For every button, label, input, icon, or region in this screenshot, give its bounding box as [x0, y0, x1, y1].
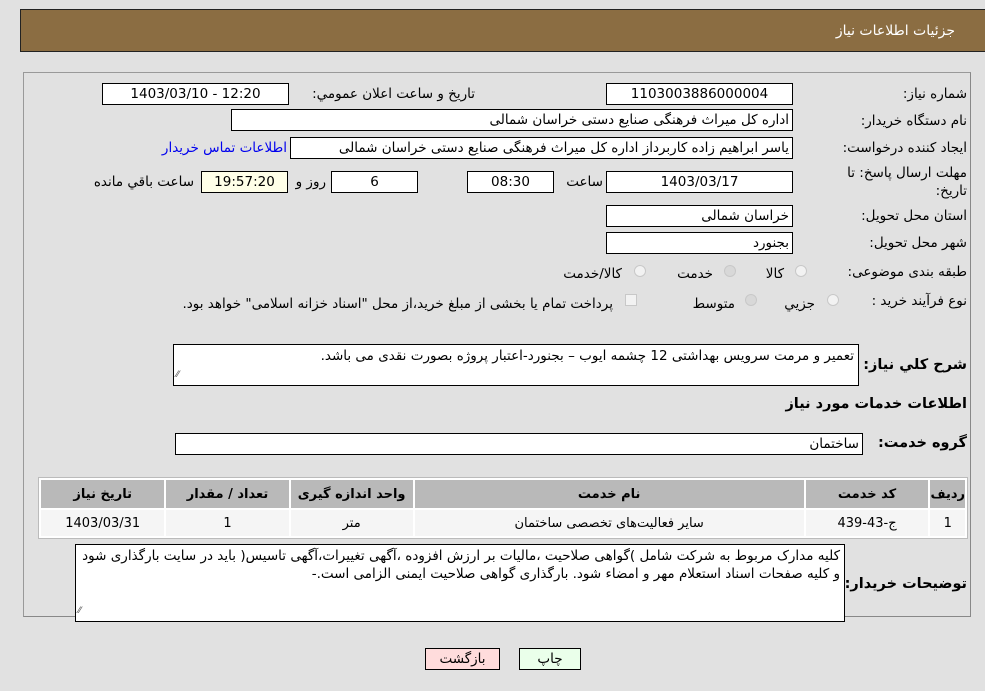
category-option-goods-service: کالا/خدمت [563, 266, 622, 282]
services-table-wrap: رديف کد خدمت نام خدمت واحد اندازه گيری ت… [38, 477, 970, 539]
announce-datetime-label: تاریخ و ساعت اعلان عمومي: [312, 86, 475, 102]
category-option-goods: کالا [765, 266, 784, 282]
col-service-name: نام خدمت [414, 480, 804, 508]
summary-text: تعمیر و مرمت سرویس بهداشتی 12 چشمه ایوب … [320, 348, 854, 364]
category-radio-goods-service[interactable] [634, 265, 646, 277]
requester-field: یاسر ابراهیم زاده کاربرداز اداره کل میرا… [290, 137, 793, 159]
col-row-number: رديف [930, 480, 965, 508]
category-radio-goods[interactable] [795, 265, 807, 277]
cell-quantity: 1 [166, 510, 289, 536]
back-button[interactable]: بازگشت [425, 648, 500, 670]
remaining-time-label: ساعت باقي مانده [93, 174, 194, 190]
deadline-label: مهلت ارسال پاسخ: تا تاریخ: [847, 165, 967, 199]
city-field: بجنورد [606, 232, 793, 254]
requester-label: ایجاد کننده درخواست: [842, 140, 967, 156]
buyer-notes-textarea[interactable]: کلیه مدارک مربوط به شرکت شامل )گواهی صلا… [75, 544, 845, 622]
print-button[interactable]: چاپ [519, 648, 581, 670]
province-label: استان محل تحویل: [861, 208, 967, 224]
buyer-notes-label: توضیحات خریدار: [844, 576, 967, 592]
category-radio-service[interactable] [724, 265, 736, 277]
cell-row-number: 1 [930, 510, 965, 536]
purchase-radio-minor[interactable] [827, 294, 839, 306]
category-option-service: خدمت [677, 266, 713, 282]
resize-grip-icon[interactable]: ⁄⁄ [78, 602, 81, 620]
purchase-radio-medium[interactable] [745, 294, 757, 306]
category-label: طبقه بندی موضوعی: [847, 264, 967, 280]
buyer-org-label: نام دستگاه خريدار: [860, 113, 967, 129]
city-label: شهر محل تحویل: [869, 235, 967, 251]
province-field: خراسان شمالی [606, 205, 793, 227]
service-group-label: گروه خدمت: [877, 435, 967, 451]
table-row: 1 ج-43-439 سایر فعالیت‌های تخصصی ساختمان… [41, 510, 965, 536]
buyer-org-field: اداره کل میراث فرهنگی صنایع دستی خراسان … [231, 109, 793, 131]
cell-service-name: سایر فعالیت‌های تخصصی ساختمان [414, 510, 804, 536]
buyer-notes-text: کلیه مدارک مربوط به شرکت شامل )گواهی صلا… [82, 548, 840, 582]
purchase-type-label: نوع فرآیند خرید : [871, 293, 967, 309]
remaining-time-field: 19:57:20 [201, 171, 288, 193]
col-quantity: تعداد / مقدار [166, 480, 289, 508]
deadline-time-label: ساعت [566, 174, 603, 190]
table-header-row: رديف کد خدمت نام خدمت واحد اندازه گيری ت… [41, 480, 965, 508]
services-table: رديف کد خدمت نام خدمت واحد اندازه گيری ت… [38, 477, 968, 539]
col-need-date: تاریخ نیاز [41, 480, 165, 508]
purchase-option-medium: متوسط [692, 296, 735, 312]
remaining-days-field: 6 [331, 171, 418, 193]
resize-grip-icon[interactable]: ⁄⁄ [176, 366, 179, 384]
summary-textarea[interactable]: تعمیر و مرمت سرویس بهداشتی 12 چشمه ایوب … [173, 344, 859, 386]
col-unit: واحد اندازه گيری [290, 480, 413, 508]
buyer-contact-link[interactable]: اطلاعات تماس خریدار [162, 140, 287, 156]
col-service-code: کد خدمت [805, 480, 929, 508]
days-label: روز و [295, 174, 326, 190]
treasury-note: پرداخت تمام يا بخشی از مبلغ خرید،از محل … [182, 296, 613, 312]
announce-datetime-field: 1403/03/10 - 12:20 [102, 83, 289, 105]
summary-label: شرح کلي نياز: [863, 357, 967, 373]
treasury-checkbox[interactable] [625, 294, 637, 306]
services-section-title: اطلاعات خدمات مورد نياز [785, 396, 967, 412]
page-header: جزئیات اطلاعات نیاز [20, 9, 985, 52]
page-title: جزئیات اطلاعات نیاز [835, 23, 955, 39]
need-number-label: شماره نیاز: [902, 86, 967, 102]
cell-service-code: ج-43-439 [805, 510, 929, 536]
deadline-time-field: 08:30 [467, 171, 554, 193]
cell-need-date: 1403/03/31 [41, 510, 165, 536]
deadline-date-field: 1403/03/17 [606, 171, 793, 193]
need-number-field: 1103003886000004 [606, 83, 793, 105]
service-group-field: ساختمان [175, 433, 863, 455]
cell-unit: متر [290, 510, 413, 536]
purchase-option-minor: جزيي [784, 296, 815, 312]
